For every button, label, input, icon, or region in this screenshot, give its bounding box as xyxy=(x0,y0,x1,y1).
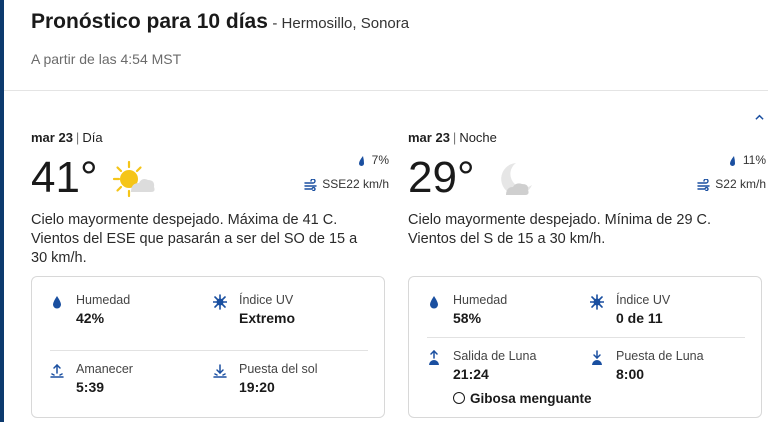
moon-phase-icon xyxy=(453,392,465,404)
night-humidity-value: 58% xyxy=(453,310,482,326)
day-humidity-label: Humedad xyxy=(76,293,131,307)
day-humidity-value: 42% xyxy=(76,310,105,326)
night-moonset-label: Puesta de Luna xyxy=(616,349,704,363)
day-uv-label: Índice UV xyxy=(239,293,294,307)
night-period: Noche xyxy=(459,130,497,145)
day-details-card: Humedad 42% Índice UV Extremo Amanecer 5… xyxy=(31,276,385,418)
day-period: Día xyxy=(82,130,103,145)
day-sunrise-label: Amanecer xyxy=(76,362,133,376)
night-card-divider xyxy=(427,337,745,338)
chevron-up-icon[interactable] xyxy=(755,113,764,122)
moonrise-icon xyxy=(429,350,439,365)
title-line: Pronóstico para 10 días - Hermosillo, So… xyxy=(31,10,409,34)
night-date: mar 23 xyxy=(408,130,450,145)
day-precip: 7% xyxy=(354,153,389,167)
night-date-row: mar 23 | Noche xyxy=(408,130,497,145)
night-precip: 11% xyxy=(725,153,766,167)
raindrop-icon xyxy=(729,155,735,166)
day-precip-value: 7% xyxy=(371,153,389,167)
night-temp-row: 29° 11% S22 km/h xyxy=(408,151,766,209)
night-moonset-value: 8:00 xyxy=(616,366,645,382)
night-temperature: 29° xyxy=(408,153,475,202)
uv-sun-icon xyxy=(213,294,227,310)
day-wind-value: SSE22 km/h xyxy=(322,177,389,191)
day-card-divider xyxy=(50,350,368,351)
night-description: Cielo mayormente despejado. Mínima de 29… xyxy=(408,212,712,247)
day-sunrise-value: 5:39 xyxy=(76,379,105,395)
wind-icon xyxy=(697,178,710,191)
day-temp-row: 41° 7% SSE22 km/h xyxy=(31,151,389,209)
header-divider xyxy=(4,90,768,91)
location-label: - Hermosillo, Sonora xyxy=(272,15,410,32)
moonset-icon xyxy=(592,350,602,365)
sunrise-icon xyxy=(50,363,64,378)
window-left-edge xyxy=(0,0,4,422)
night-details-card: Humedad 58% Índice UV 0 de 11 Salida de … xyxy=(408,276,762,418)
night-uv-label: Índice UV xyxy=(616,293,671,307)
day-description: Cielo mayormente despejado. Máxima de 41… xyxy=(31,212,358,266)
wind-icon xyxy=(304,178,317,191)
night-humidity-label: Humedad xyxy=(453,293,508,307)
night-moonrise-label: Salida de Luna xyxy=(453,349,537,363)
day-wind: SSE22 km/h xyxy=(304,177,389,191)
day-date-row: mar 23 | Día xyxy=(31,130,103,145)
day-temperature: 41° xyxy=(31,153,98,202)
uv-sun-icon xyxy=(590,294,604,310)
night-moonrise-value: 21:24 xyxy=(453,366,489,382)
humidity-drop-icon xyxy=(430,296,438,309)
night-wind: S22 km/h xyxy=(697,177,766,191)
day-date: mar 23 xyxy=(31,130,73,145)
night-wind-value: S22 km/h xyxy=(715,177,766,191)
night-precip-value: 11% xyxy=(742,153,766,167)
night-moon-phase-label: Gibosa menguante xyxy=(470,391,592,406)
night-uv-value: 0 de 11 xyxy=(616,310,663,326)
day-sunset-value: 19:20 xyxy=(239,379,275,395)
updated-time: A partir de las 4:54 MST xyxy=(31,51,182,67)
day-forecast: mar 23 | Día 41° 7% SSE22 km/h Cielo mayor… xyxy=(31,130,389,418)
humidity-drop-icon xyxy=(53,296,61,309)
page-title: Pronóstico para 10 días xyxy=(31,10,268,33)
moon-cloudy-icon xyxy=(501,163,532,195)
night-forecast: mar 23 | Noche 29° 11% S22 km/h Cielo mayo… xyxy=(408,130,766,418)
night-moon-phase: Gibosa menguante xyxy=(453,391,592,406)
forecast-header: Pronóstico para 10 días - Hermosillo, So… xyxy=(31,10,409,34)
raindrop-icon xyxy=(358,155,364,166)
day-sunset-label: Puesta del sol xyxy=(239,362,318,376)
sun-partly-cloudy-icon xyxy=(112,160,155,198)
sunset-icon xyxy=(213,364,227,378)
day-uv-value: Extremo xyxy=(239,310,296,326)
